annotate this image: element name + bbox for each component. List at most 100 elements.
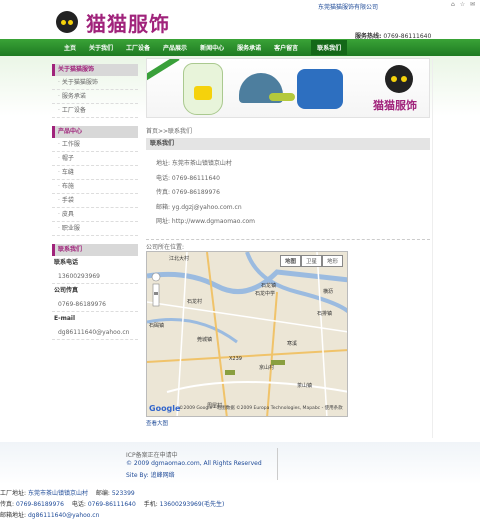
map-type-terrain[interactable]: 地形 bbox=[321, 254, 343, 267]
view-larger-map-link[interactable]: 查看大图 bbox=[146, 419, 430, 427]
map-type-switcher: 地图 卫星 地形 bbox=[279, 254, 343, 267]
footer-fax: 0769-86189976 bbox=[15, 501, 64, 508]
banner-stripe bbox=[147, 59, 180, 82]
nav-service[interactable]: 服务承诺 bbox=[237, 43, 261, 52]
nav-items: 主页 关于我们 工厂设备 产品展示 新闻中心 服务承诺 客户留言 联系我们 bbox=[64, 39, 348, 56]
footer-line-address: 工厂地址: 东莞市茶山镇镇京山村 邮编: 523399 bbox=[0, 488, 480, 499]
map-zoom-control[interactable] bbox=[151, 272, 161, 312]
contact-email-value[interactable]: dg86111640@yahoo.cn bbox=[52, 325, 138, 340]
sidebar-item-workwear[interactable]: 工作服 bbox=[52, 138, 138, 152]
sidebar: 关于猫猫服饰 关于猫猫服饰 服务承诺 工厂设备 产品中心 工作服 帽子 车缝 布… bbox=[52, 60, 138, 340]
top-icons: ⌂ ☆ ✉ bbox=[448, 1, 475, 8]
footer-mobile: 13600293969(毛先生) bbox=[159, 501, 225, 508]
map-type-map[interactable]: 地图 bbox=[279, 254, 301, 267]
sidebar-item-factory[interactable]: 工厂设备 bbox=[52, 104, 138, 118]
footer-contact: 工厂地址: 东莞市茶山镇镇京山村 邮编: 523399 传真: 0769-861… bbox=[0, 488, 480, 520]
footer-icp[interactable]: ICP备案正在申请中 bbox=[126, 450, 276, 460]
sidebar-contact-title: 联系我们 bbox=[52, 244, 138, 256]
sidebar-item-about[interactable]: 关于猫猫服饰 bbox=[52, 76, 138, 90]
main-content: 猫猫服饰 首页>>联系我们 联系我们 地址: 东莞市茶山镇镇京山村 电话: 07… bbox=[146, 58, 430, 427]
banner-logo-text: 猫猫服饰 bbox=[373, 99, 417, 112]
map-type-satellite[interactable]: 卫星 bbox=[300, 254, 322, 267]
map-place-label: 石龙中学 bbox=[255, 290, 276, 297]
footer-tel: 0769-86111640 bbox=[87, 501, 136, 508]
footer-info: ICP备案正在申请中 © 2009 dgmaomao.com, All Righ… bbox=[126, 450, 276, 480]
company-name-small[interactable]: 东莞猫猫服饰有限公司 bbox=[318, 2, 378, 11]
info-phone: 电话: 0769-86111640 bbox=[156, 174, 220, 182]
map-place-label: 京山村 bbox=[259, 364, 275, 371]
nav-about[interactable]: 关于我们 bbox=[89, 43, 113, 52]
nav-news[interactable]: 新闻中心 bbox=[200, 43, 224, 52]
top-bar: 东莞猫猫服饰有限公司 ⌂ ☆ ✉ 猫猫服饰 服务热线: 0769-8611164… bbox=[0, 0, 480, 40]
nav-products[interactable]: 产品展示 bbox=[163, 43, 187, 52]
sidebar-item-uniforms[interactable]: 职业服 bbox=[52, 222, 138, 236]
contact-phone-value: 13600293969 bbox=[52, 269, 138, 284]
footer-line-phones: 传真: 0769-86189976 电话: 0769-86111640 手机: … bbox=[0, 499, 480, 510]
map-place-label: 莞城镇 bbox=[197, 336, 213, 343]
logo-text: 猫猫服饰 bbox=[86, 11, 170, 36]
footer-address-label: 工厂地址: bbox=[0, 490, 27, 497]
breadcrumb[interactable]: 首页>>联系我们 bbox=[146, 126, 430, 136]
nav-home[interactable]: 主页 bbox=[64, 43, 76, 52]
map-roads bbox=[147, 251, 347, 416]
footer-line-email: 邮箱地址: dg86111640@yahoo.cn bbox=[0, 510, 480, 520]
info-website[interactable]: 网址: http://www.dgmaomao.com bbox=[156, 216, 430, 231]
nav-guestbook[interactable]: 客户留言 bbox=[274, 43, 298, 52]
footer-tel-label: 电话: bbox=[71, 501, 86, 508]
sidebar-products-title: 产品中心 bbox=[52, 126, 138, 138]
google-logo: Google bbox=[149, 403, 181, 413]
map-place-label: 石龙村 bbox=[187, 298, 203, 305]
cat-face-logo-icon bbox=[56, 11, 78, 33]
content-divider bbox=[432, 58, 433, 438]
cap-image bbox=[239, 73, 295, 103]
map-place-label: 石龙镇 bbox=[261, 282, 277, 289]
sidebar-item-fabric[interactable]: 布施 bbox=[52, 180, 138, 194]
map-place-label: 江北大村 bbox=[169, 255, 190, 262]
contact-phone-label: 联系电话 bbox=[54, 259, 79, 266]
nav-contact[interactable]: 联系我们 bbox=[311, 40, 348, 55]
main-nav: 主页 关于我们 工厂设备 产品展示 新闻中心 服务承诺 客户留言 联系我们 bbox=[0, 39, 480, 56]
cat-face-banner-icon bbox=[385, 65, 413, 93]
contact-info: 地址: 东莞市茶山镇镇京山村 电话: 0769-86111640 传真: 076… bbox=[146, 150, 430, 231]
home-icon[interactable]: ⌂ bbox=[451, 1, 455, 8]
favorite-icon[interactable]: ☆ bbox=[460, 1, 465, 8]
info-email[interactable]: 邮箱: yg.dgzj@yahoo.com.cn bbox=[156, 202, 430, 217]
map-place-label: 石排镇 bbox=[317, 310, 333, 317]
footer-email[interactable]: dg86111640@yahoo.cn bbox=[28, 512, 99, 519]
map-place-label: 茶山镇 bbox=[297, 382, 313, 389]
footer-email-label: 邮箱地址: bbox=[0, 512, 27, 519]
map-copyright[interactable]: ©2009 Google - 地图数据 ©2009 Europa Technol… bbox=[179, 405, 343, 411]
map-place-label: 横沥 bbox=[323, 288, 334, 295]
contact-fax-value: 0769-86189976 bbox=[52, 297, 138, 312]
sidebar-item-service[interactable]: 服务承诺 bbox=[52, 90, 138, 104]
sidebar-item-hats[interactable]: 帽子 bbox=[52, 152, 138, 166]
email-icon[interactable]: ✉ bbox=[470, 1, 475, 8]
footer-copyright: © 2009 dgmaomao.com, All Rights Reserved bbox=[126, 460, 262, 467]
nav-factory[interactable]: 工厂设备 bbox=[126, 43, 150, 52]
sidebar-item-sewing[interactable]: 车缝 bbox=[52, 166, 138, 180]
sidebar-item-leather[interactable]: 皮具 bbox=[52, 208, 138, 222]
product-banner: 猫猫服饰 bbox=[146, 58, 430, 118]
map-road-label: X239 bbox=[229, 355, 242, 362]
embedded-map[interactable]: 地图 卫星 地形 江北大村 石龙镇 石龙中学 石龙村 石排镇 石碣镇 莞城镇 寒… bbox=[146, 250, 348, 417]
apron-image bbox=[183, 63, 223, 115]
site-logo[interactable]: 猫猫服饰 bbox=[56, 10, 170, 36]
banner-logo: 猫猫服饰 bbox=[373, 65, 427, 115]
footer-mobile-label: 手机: bbox=[143, 501, 158, 508]
footer-address: 东莞市茶山镇镇京山村 bbox=[27, 490, 88, 497]
map-label: 公司所在位置: bbox=[146, 238, 430, 251]
section-title: 联系我们 bbox=[146, 138, 430, 150]
footer-postcode-label: 邮编: bbox=[95, 490, 110, 497]
footer-site-by[interactable]: Site By: 追峰网络 bbox=[126, 470, 276, 480]
contact-email-label: E-mail bbox=[54, 315, 76, 322]
footer-fax-label: 传真: bbox=[0, 501, 15, 508]
footer-divider bbox=[277, 448, 278, 480]
shirt-image bbox=[297, 69, 343, 109]
sidebar-item-handbags[interactable]: 手袋 bbox=[52, 194, 138, 208]
contact-fax-label: 公司传真 bbox=[54, 287, 79, 294]
sidebar-about-title: 关于猫猫服饰 bbox=[52, 64, 138, 76]
map-place-label: 石碣镇 bbox=[149, 322, 165, 329]
footer-postcode: 523399 bbox=[111, 490, 135, 497]
map-place-label: 寒溪 bbox=[287, 340, 298, 347]
info-address: 地址: 东莞市茶山镇镇京山村 bbox=[156, 160, 232, 167]
